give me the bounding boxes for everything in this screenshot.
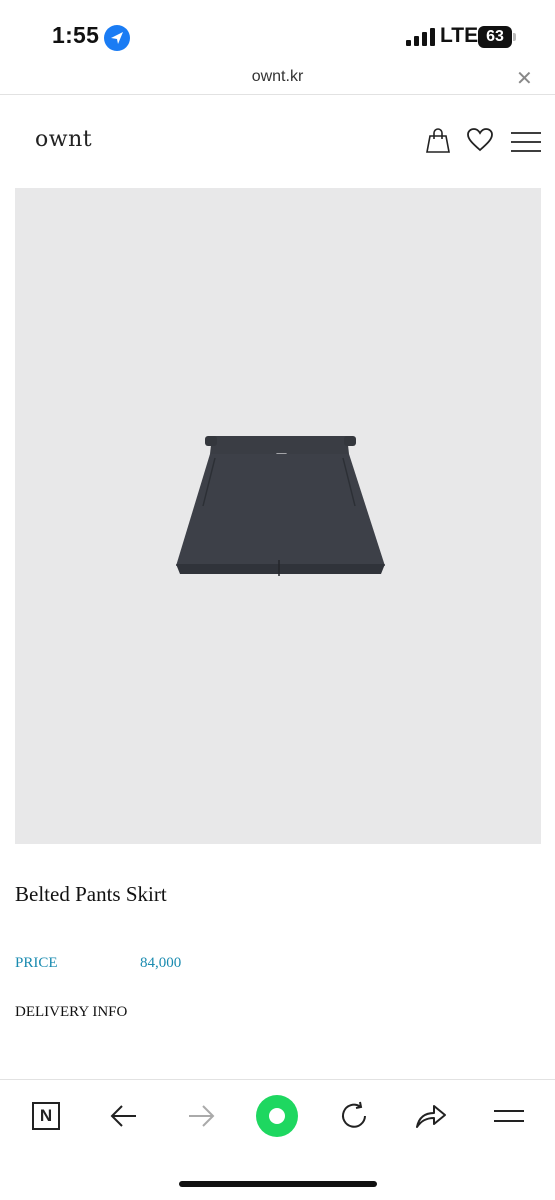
signal-icon — [406, 28, 436, 46]
close-icon[interactable]: ✕ — [516, 66, 533, 91]
forward-icon[interactable] — [179, 1095, 223, 1137]
back-icon[interactable] — [102, 1095, 146, 1137]
status-time: 1:55 — [52, 22, 100, 48]
menu-icon[interactable] — [487, 1095, 531, 1137]
price-value: 84,000 — [140, 955, 182, 971]
reload-icon[interactable] — [332, 1095, 376, 1137]
heart-icon[interactable] — [466, 126, 494, 159]
naver-home-icon[interactable]: N — [24, 1095, 68, 1137]
location-icon — [104, 25, 130, 51]
skirt-image — [176, 436, 385, 576]
delivery-info-link[interactable]: DELIVERY INFO — [15, 1004, 127, 1021]
divider — [0, 1079, 555, 1080]
home-indicator — [179, 1181, 377, 1187]
price-label: PRICE — [15, 955, 58, 971]
share-icon[interactable] — [409, 1095, 453, 1137]
product-name: Belted Pants Skirt — [15, 882, 167, 906]
battery-icon: 63 — [478, 26, 512, 48]
url-bar[interactable]: ownt.kr — [0, 68, 555, 86]
network-type: LTE — [440, 24, 479, 47]
hamburger-menu-icon[interactable] — [511, 131, 541, 158]
site-logo[interactable]: ownt — [35, 127, 92, 152]
divider — [0, 94, 555, 95]
product-image[interactable] — [15, 188, 541, 844]
shopping-bag-icon[interactable] — [424, 126, 452, 159]
naver-home-label: N — [32, 1102, 60, 1130]
battery-tip — [513, 33, 516, 41]
green-dot-icon[interactable] — [255, 1095, 299, 1137]
